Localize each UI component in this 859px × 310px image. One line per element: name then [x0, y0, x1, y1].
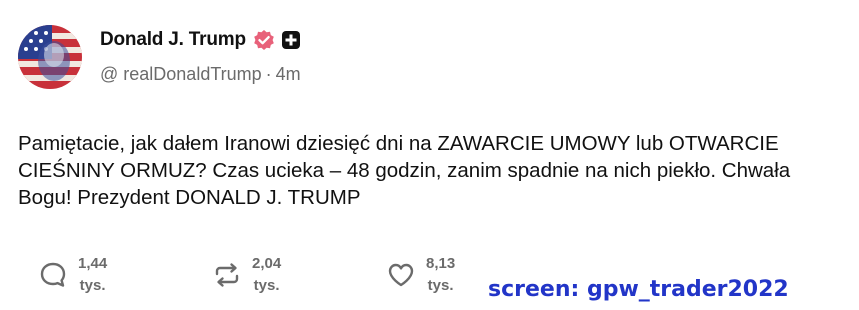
author-name-row: Donald J. Trump	[100, 28, 301, 52]
verified-badge-icon	[253, 29, 275, 51]
reply-count-value: 1,44	[78, 255, 108, 272]
repost-count-value: 2,04	[252, 255, 282, 272]
separator-dot: ·	[265, 64, 272, 84]
heart-icon	[386, 260, 416, 290]
post-card: Donald J. Trump @ realDonaldTrump · 4m Pam…	[0, 0, 859, 310]
author-handle[interactable]: @ realDonaldTrump	[100, 64, 262, 84]
avatar[interactable]	[18, 25, 82, 89]
plus-badge-icon	[281, 30, 301, 50]
like-count-value: 8,13	[426, 255, 456, 272]
like-count-unit: tys.	[427, 277, 454, 294]
repost-count: 2,04 tys.	[252, 253, 281, 297]
post-timestamp[interactable]: 4m	[276, 64, 301, 84]
post-text: Pamiętacie, jak dałem Iranowi dziesięć d…	[18, 132, 791, 209]
repost-count-unit: tys.	[253, 277, 280, 294]
repost-button[interactable]: 2,04 tys.	[212, 253, 281, 297]
author-handle-row: @ realDonaldTrump · 4m	[100, 64, 301, 85]
like-count: 8,13 tys.	[426, 253, 455, 297]
reply-button[interactable]: 1,44 tys.	[38, 253, 107, 297]
comment-icon	[38, 260, 68, 290]
reply-count-unit: tys.	[79, 277, 106, 294]
repost-icon	[212, 260, 242, 290]
reply-count: 1,44 tys.	[78, 253, 107, 297]
author-display-name[interactable]: Donald J. Trump	[100, 29, 246, 51]
like-button[interactable]: 8,13 tys.	[386, 253, 455, 297]
watermark-text: screen: gpw_trader2022	[488, 277, 789, 302]
